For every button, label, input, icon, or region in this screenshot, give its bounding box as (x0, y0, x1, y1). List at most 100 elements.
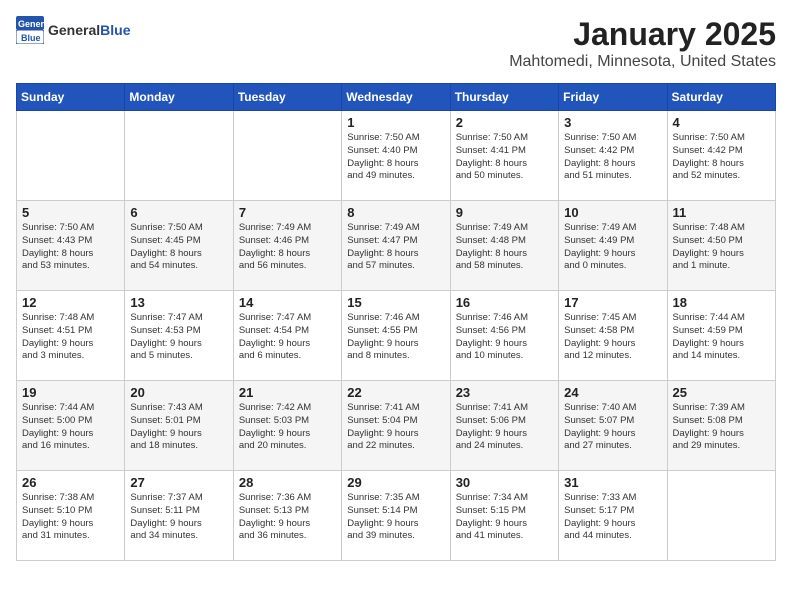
title-area: January 2025 Mahtomedi, Minnesota, Unite… (509, 16, 776, 71)
day-cell: 13Sunrise: 7:47 AM Sunset: 4:53 PM Dayli… (125, 291, 233, 381)
day-number: 20 (130, 385, 227, 400)
day-number: 7 (239, 205, 336, 220)
day-cell (17, 111, 125, 201)
day-info: Sunrise: 7:34 AM Sunset: 5:15 PM Dayligh… (456, 492, 553, 543)
day-cell: 1 Sunrise: 7:50 AM Sunset: 4:40 PM Daylig… (342, 111, 450, 201)
month-title: January 2025 (509, 16, 776, 53)
day-info: Sunrise: 7:46 AM Sunset: 4:56 PM Dayligh… (456, 312, 553, 363)
day-cell (233, 111, 341, 201)
day-info: Sunrise: 7:43 AM Sunset: 5:01 PM Dayligh… (130, 402, 227, 453)
weekday-header-thursday: Thursday (450, 84, 558, 111)
day-cell: 27 Sunrise: 7:37 AM Sunset: 5:11 PM Dayli… (125, 471, 233, 561)
day-cell: 9 Sunrise: 7:49 AM Sunset: 4:48 PM Daylig… (450, 201, 558, 291)
day-number: 28 (239, 475, 336, 490)
day-info: Sunrise: 7:50 AM Sunset: 4:41 PM Dayligh… (456, 132, 553, 183)
day-cell: 14 Sunrise: 7:47 AM Sunset: 4:54 PM Dayli… (233, 291, 341, 381)
day-info: Sunrise: 7:48 AM Sunset: 4:50 PM Dayligh… (673, 222, 770, 273)
day-info: Sunrise: 7:50 AM Sunset: 4:43 PM Dayligh… (22, 222, 119, 273)
day-cell: 19Sunrise: 7:44 AM Sunset: 5:00 PM Dayli… (17, 381, 125, 471)
day-info: Sunrise: 7:35 AM Sunset: 5:14 PM Dayligh… (347, 492, 444, 543)
day-cell: 2Sunrise: 7:50 AM Sunset: 4:41 PM Daylig… (450, 111, 558, 201)
day-cell: 11 Sunrise: 7:48 AM Sunset: 4:50 PM Dayli… (667, 201, 775, 291)
day-info: Sunrise: 7:50 AM Sunset: 4:40 PM Dayligh… (347, 132, 444, 183)
day-number: 26 (22, 475, 119, 490)
day-cell: 25 Sunrise: 7:39 AM Sunset: 5:08 PM Dayli… (667, 381, 775, 471)
day-info: Sunrise: 7:37 AM Sunset: 5:11 PM Dayligh… (130, 492, 227, 543)
day-info: Sunrise: 7:49 AM Sunset: 4:47 PM Dayligh… (347, 222, 444, 273)
day-info: Sunrise: 7:40 AM Sunset: 5:07 PM Dayligh… (564, 402, 661, 453)
logo: General Blue GeneralBlue (16, 16, 130, 44)
logo-icon: General Blue (16, 16, 44, 44)
day-cell (667, 471, 775, 561)
day-info: Sunrise: 7:45 AM Sunset: 4:58 PM Dayligh… (564, 312, 661, 363)
day-info: Sunrise: 7:39 AM Sunset: 5:08 PM Dayligh… (673, 402, 770, 453)
day-cell: 8 Sunrise: 7:49 AM Sunset: 4:47 PM Daylig… (342, 201, 450, 291)
day-info: Sunrise: 7:33 AM Sunset: 5:17 PM Dayligh… (564, 492, 661, 543)
day-cell: 17Sunrise: 7:45 AM Sunset: 4:58 PM Dayli… (559, 291, 667, 381)
day-info: Sunrise: 7:50 AM Sunset: 4:42 PM Dayligh… (564, 132, 661, 183)
logo-general: General (48, 22, 100, 38)
day-number: 9 (456, 205, 553, 220)
day-number: 21 (239, 385, 336, 400)
day-cell: 23Sunrise: 7:41 AM Sunset: 5:06 PM Dayli… (450, 381, 558, 471)
logo-text: GeneralBlue (48, 22, 130, 38)
day-number: 23 (456, 385, 553, 400)
day-cell: 30 Sunrise: 7:34 AM Sunset: 5:15 PM Dayli… (450, 471, 558, 561)
week-row-4: 19Sunrise: 7:44 AM Sunset: 5:00 PM Dayli… (17, 381, 776, 471)
day-number: 19 (22, 385, 119, 400)
day-cell: 12 Sunrise: 7:48 AM Sunset: 4:51 PM Dayli… (17, 291, 125, 381)
calendar-table: SundayMondayTuesdayWednesdayThursdayFrid… (16, 83, 776, 561)
day-info: Sunrise: 7:49 AM Sunset: 4:49 PM Dayligh… (564, 222, 661, 273)
day-number: 4 (673, 115, 770, 130)
weekday-header-sunday: Sunday (17, 84, 125, 111)
day-cell: 10 Sunrise: 7:49 AM Sunset: 4:49 PM Dayli… (559, 201, 667, 291)
day-number: 12 (22, 295, 119, 310)
day-info: Sunrise: 7:44 AM Sunset: 4:59 PM Dayligh… (673, 312, 770, 363)
day-number: 13 (130, 295, 227, 310)
day-cell: 24 Sunrise: 7:40 AM Sunset: 5:07 PM Dayli… (559, 381, 667, 471)
day-number: 10 (564, 205, 661, 220)
day-number: 25 (673, 385, 770, 400)
day-cell: 15 Sunrise: 7:46 AM Sunset: 4:55 PM Dayli… (342, 291, 450, 381)
day-number: 24 (564, 385, 661, 400)
day-number: 11 (673, 205, 770, 220)
day-info: Sunrise: 7:49 AM Sunset: 4:48 PM Dayligh… (456, 222, 553, 273)
day-cell: 28 Sunrise: 7:36 AM Sunset: 5:13 PM Dayli… (233, 471, 341, 561)
weekday-header-monday: Monday (125, 84, 233, 111)
week-row-2: 5Sunrise: 7:50 AM Sunset: 4:43 PM Daylig… (17, 201, 776, 291)
day-info: Sunrise: 7:50 AM Sunset: 4:42 PM Dayligh… (673, 132, 770, 183)
week-row-3: 12 Sunrise: 7:48 AM Sunset: 4:51 PM Dayli… (17, 291, 776, 381)
weekday-header-row: SundayMondayTuesdayWednesdayThursdayFrid… (17, 84, 776, 111)
day-number: 14 (239, 295, 336, 310)
day-number: 27 (130, 475, 227, 490)
day-number: 8 (347, 205, 444, 220)
day-cell: 29 Sunrise: 7:35 AM Sunset: 5:14 PM Dayli… (342, 471, 450, 561)
page-header: General Blue GeneralBlue January 2025 Ma… (16, 16, 776, 71)
day-info: Sunrise: 7:46 AM Sunset: 4:55 PM Dayligh… (347, 312, 444, 363)
day-number: 30 (456, 475, 553, 490)
day-info: Sunrise: 7:47 AM Sunset: 4:54 PM Dayligh… (239, 312, 336, 363)
week-row-1: 1 Sunrise: 7:50 AM Sunset: 4:40 PM Daylig… (17, 111, 776, 201)
day-number: 15 (347, 295, 444, 310)
day-info: Sunrise: 7:50 AM Sunset: 4:45 PM Dayligh… (130, 222, 227, 273)
svg-text:General: General (18, 19, 44, 29)
day-cell: 7 Sunrise: 7:49 AM Sunset: 4:46 PM Daylig… (233, 201, 341, 291)
day-cell: 22Sunrise: 7:41 AM Sunset: 5:04 PM Dayli… (342, 381, 450, 471)
day-cell: 18Sunrise: 7:44 AM Sunset: 4:59 PM Dayli… (667, 291, 775, 381)
day-info: Sunrise: 7:49 AM Sunset: 4:46 PM Dayligh… (239, 222, 336, 273)
location-title: Mahtomedi, Minnesota, United States (509, 53, 776, 71)
day-cell: 6 Sunrise: 7:50 AM Sunset: 4:45 PM Daylig… (125, 201, 233, 291)
day-cell: 21Sunrise: 7:42 AM Sunset: 5:03 PM Dayli… (233, 381, 341, 471)
svg-text:Blue: Blue (21, 33, 41, 43)
day-number: 6 (130, 205, 227, 220)
weekday-header-wednesday: Wednesday (342, 84, 450, 111)
day-info: Sunrise: 7:48 AM Sunset: 4:51 PM Dayligh… (22, 312, 119, 363)
day-number: 3 (564, 115, 661, 130)
day-number: 1 (347, 115, 444, 130)
day-cell (125, 111, 233, 201)
day-info: Sunrise: 7:36 AM Sunset: 5:13 PM Dayligh… (239, 492, 336, 543)
day-cell: 3 Sunrise: 7:50 AM Sunset: 4:42 PM Daylig… (559, 111, 667, 201)
day-cell: 5Sunrise: 7:50 AM Sunset: 4:43 PM Daylig… (17, 201, 125, 291)
day-number: 29 (347, 475, 444, 490)
weekday-header-friday: Friday (559, 84, 667, 111)
